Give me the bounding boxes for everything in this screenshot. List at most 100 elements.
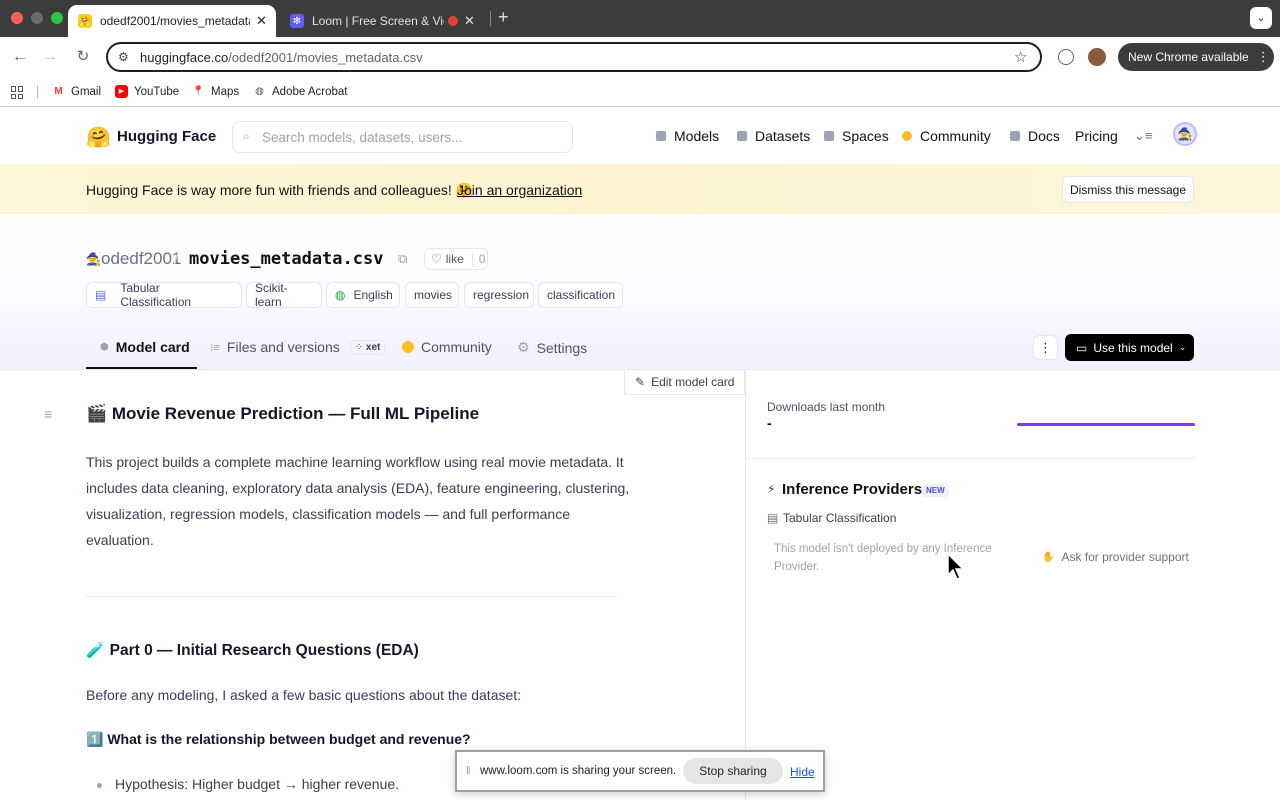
repo-sidebar: Downloads last month - ⚡ Inference Provi… xyxy=(745,370,1280,800)
tag-movies[interactable]: movies xyxy=(405,282,459,308)
sharing-text: www.loom.com is sharing your screen. xyxy=(480,765,677,777)
tab-files-versions[interactable]: ⁝≡ Files and versions ⁘ xet xyxy=(210,339,386,355)
xet-badge: ⁘ xet xyxy=(349,339,386,355)
edit-model-card-button[interactable]: ✎ Edit model card xyxy=(624,370,745,395)
lightning-icon: ⚡ xyxy=(767,482,776,496)
tab-search-chevron-icon[interactable]: ⌄ xyxy=(1250,7,1272,29)
tab-model-card[interactable]: ⬢ Model card xyxy=(100,339,190,355)
bookmark-gmail[interactable]: M Gmail xyxy=(52,85,101,98)
hide-link[interactable]: Hide xyxy=(790,765,815,779)
part0-intro: Before any modeling, I asked a few basic… xyxy=(86,687,522,703)
tag-scikit-learn[interactable]: Scikit-learn xyxy=(246,281,322,309)
repo-owner[interactable]: odedf2001 xyxy=(101,249,181,269)
bullet xyxy=(97,783,102,788)
community-icon xyxy=(902,131,912,141)
search-input[interactable]: ⌕ Search models, datasets, users... xyxy=(232,121,573,153)
apps-grid-icon[interactable] xyxy=(11,86,24,99)
hf-logo-icon[interactable]: 🤗 xyxy=(86,125,111,150)
not-deployed-text: This model isn't deployed by any Inferen… xyxy=(774,543,992,573)
bookmark-youtube[interactable]: ▶ YouTube xyxy=(115,85,179,98)
bookmark-maps[interactable]: 📍 Maps xyxy=(192,85,239,98)
files-icon: ⁝≡ xyxy=(210,341,220,354)
chrome-update-button[interactable]: New Chrome available ⋮ xyxy=(1118,43,1274,71)
active-tab-underline xyxy=(86,367,197,369)
tag-english[interactable]: ◍ English xyxy=(326,282,400,308)
card-intro: This project builds a complete machine l… xyxy=(86,454,630,548)
stop-sharing-button[interactable]: Stop sharing xyxy=(683,758,783,784)
tab-settings[interactable]: ⚙ Settings xyxy=(517,339,587,356)
user-avatar[interactable]: 🧙 xyxy=(1173,122,1197,146)
close-window-button[interactable] xyxy=(11,12,23,24)
copy-icon[interactable]: ⧉ xyxy=(398,251,407,267)
forward-icon[interactable]: → xyxy=(40,47,60,67)
inference-task-label: Tabular Classification xyxy=(783,511,897,525)
tag-classification[interactable]: classification xyxy=(538,282,623,308)
new-tab-icon[interactable]: + xyxy=(498,7,509,28)
nav-community[interactable]: Community xyxy=(902,128,991,144)
use-model-button[interactable]: ▭ Use this model ⌄ xyxy=(1065,334,1194,361)
drag-handle-icon[interactable]: ‖ xyxy=(466,765,471,777)
reload-icon[interactable]: ↻ xyxy=(73,47,93,67)
docs-icon xyxy=(1010,131,1020,141)
repo-separator: / xyxy=(174,249,179,268)
sidebar-divider xyxy=(746,458,1196,459)
gear-icon: ⚙ xyxy=(517,339,530,355)
url-path: /odedf2001/movies_metadata.csv xyxy=(228,50,423,65)
maximize-window-button[interactable] xyxy=(51,12,63,24)
hf-favicon-icon: 🤗 xyxy=(78,14,92,28)
tab-loom[interactable]: ✻ Loom | Free Screen & Vide ✕ xyxy=(280,5,488,37)
dismiss-button[interactable]: Dismiss this message xyxy=(1062,176,1194,203)
chevron-down-icon: ⌄ xyxy=(1178,342,1187,352)
close-tab-icon[interactable]: ✕ xyxy=(256,13,267,29)
search-placeholder: Search models, datasets, users... xyxy=(262,130,463,145)
nav-models[interactable]: Models xyxy=(656,128,719,144)
site-info-icon[interactable]: ⚙ xyxy=(118,50,129,64)
extensions-icon[interactable] xyxy=(1058,49,1074,65)
screen-sharing-bar: ‖ www.loom.com is sharing your screen. S… xyxy=(455,750,825,792)
monitor-icon: ▭ xyxy=(1076,340,1088,355)
tab-title: odedf2001/movies_metadata xyxy=(100,14,250,28)
new-badge: NEW xyxy=(922,484,949,497)
bookmark-star-icon[interactable]: ☆ xyxy=(1014,48,1027,66)
models-icon xyxy=(656,131,666,141)
downloads-value: - xyxy=(767,415,772,431)
close-tab-icon[interactable]: ✕ xyxy=(464,13,475,29)
browser-tab-strip: 🤗 odedf2001/movies_metadata ✕ ✻ Loom | F… xyxy=(0,0,1280,37)
heart-icon: ♡ xyxy=(431,252,442,266)
owner-avatar-icon: 🧙 xyxy=(86,252,101,266)
gmail-icon: M xyxy=(54,86,63,97)
loom-favicon-icon: ✻ xyxy=(290,14,304,28)
datasets-icon xyxy=(737,131,747,141)
hf-brand[interactable]: Hugging Face xyxy=(117,128,216,145)
hf-header: 🤗 Hugging Face ⌕ Search models, datasets… xyxy=(0,108,1280,164)
nav-pricing[interactable]: Pricing xyxy=(1075,128,1118,144)
pencil-icon: ✎ xyxy=(635,375,646,389)
toc-icon[interactable]: ≡ xyxy=(44,406,52,422)
nav-spaces[interactable]: Spaces xyxy=(824,128,889,144)
banner-text: Hugging Face is way more fun with friend… xyxy=(86,182,474,198)
globe-icon: ◍ xyxy=(335,288,346,302)
tab-title: Loom | Free Screen & Vide xyxy=(312,14,444,28)
address-bar[interactable]: ⚙ huggingface.co/odedf2001/movies_metada… xyxy=(106,42,1042,72)
repo-options-icon[interactable]: ⋮ xyxy=(1033,335,1058,360)
bookmarks-bar: M Gmail ▶ YouTube 📍 Maps ◍ Adobe Acrobat xyxy=(0,77,1280,107)
nav-datasets[interactable]: Datasets xyxy=(737,128,810,144)
like-button[interactable]: ♡ like 0 xyxy=(424,248,488,270)
part0-heading: 🧪 Part 0 — Initial Research Questions (E… xyxy=(86,642,419,659)
tab-huggingface[interactable]: 🤗 odedf2001/movies_metadata ✕ xyxy=(68,5,276,37)
ask-provider-support-button[interactable]: ✋ Ask for provider support xyxy=(1036,546,1195,568)
nav-docs[interactable]: Docs xyxy=(1010,128,1060,144)
search-icon: ⌕ xyxy=(243,129,250,143)
card-title: 🎬 Movie Revenue Prediction — Full ML Pip… xyxy=(86,404,480,423)
tag-regression[interactable]: regression xyxy=(464,282,534,308)
url-host: huggingface.co xyxy=(140,50,229,65)
tag-tabular-classification[interactable]: ▤ Tabular Classification xyxy=(86,281,242,309)
back-icon[interactable]: ← xyxy=(10,47,30,67)
tab-community[interactable]: Community xyxy=(402,339,492,355)
profile-avatar[interactable] xyxy=(1088,48,1106,66)
join-org-link[interactable]: Join an organization xyxy=(457,182,582,198)
more-menu-icon[interactable]: ⌄≡ xyxy=(1134,128,1152,144)
bookmark-adobe-acrobat[interactable]: ◍ Adobe Acrobat xyxy=(253,85,347,98)
minimize-window-button[interactable] xyxy=(31,12,43,24)
table-icon: ▤ xyxy=(95,288,107,302)
